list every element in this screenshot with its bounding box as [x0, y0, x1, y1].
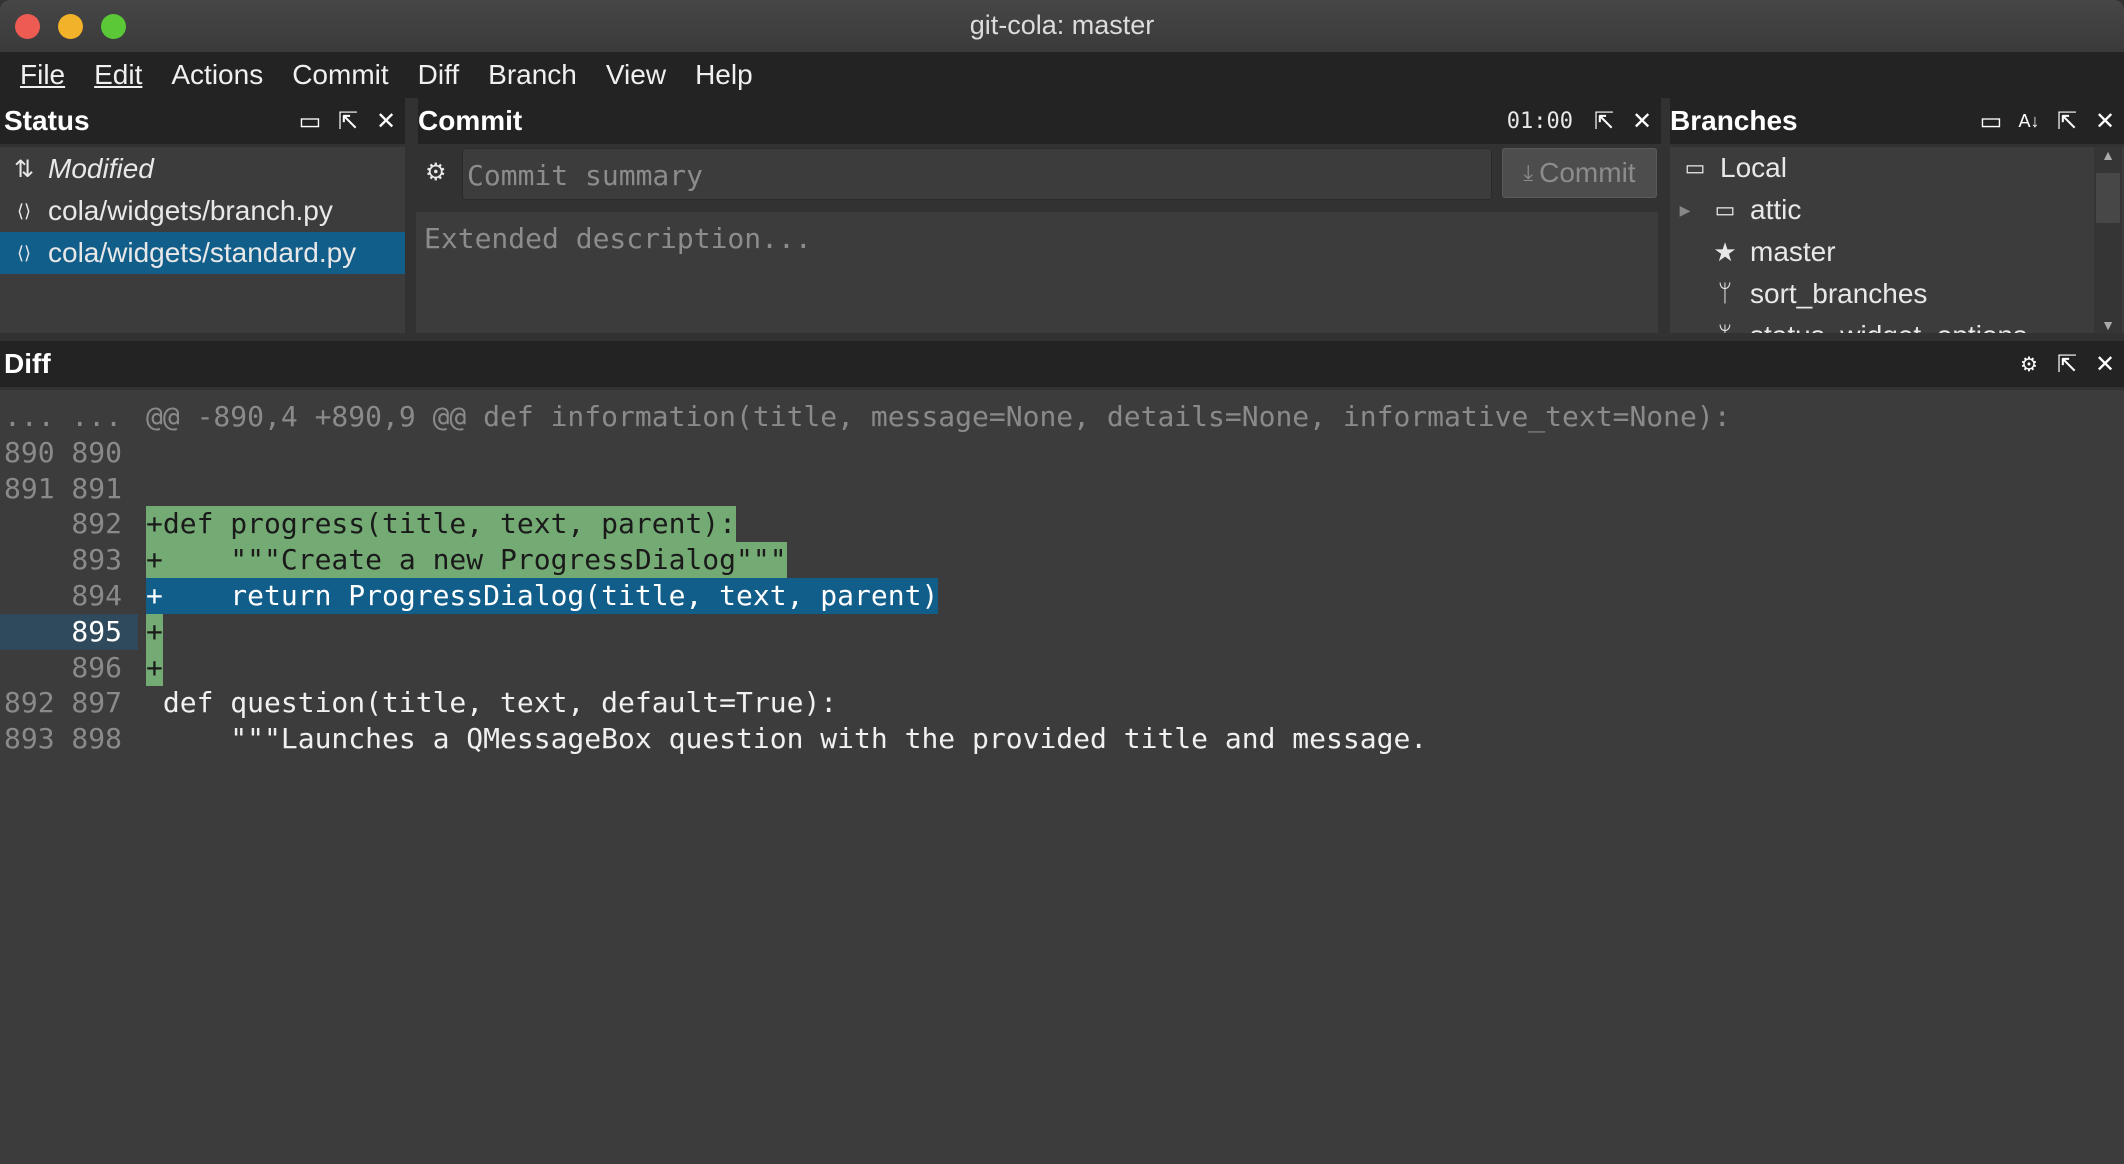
- line-numbers: 895: [4, 614, 123, 648]
- expand-arrow-icon[interactable]: ▶: [1670, 202, 1700, 219]
- branches-scrollbar[interactable]: ▲ ▼: [2094, 147, 2122, 333]
- branch-item[interactable]: ★ master: [1670, 231, 2124, 273]
- scrollbar-thumb[interactable]: [2096, 173, 2120, 223]
- line-numbers: 896: [4, 650, 123, 684]
- status-header-modified[interactable]: ⇅ Modified: [0, 148, 405, 190]
- diff-line[interactable]: 890 890: [0, 435, 2124, 471]
- line-numbers: ... ...: [4, 400, 123, 433]
- title-bar: git-cola: master: [0, 0, 2124, 52]
- menu-diff[interactable]: Diff: [418, 59, 460, 91]
- hunk-header: @@ -890,4 +890,9 @@ def information(titl…: [146, 400, 1731, 433]
- menu-bar: File Edit Actions Commit Diff Branch Vie…: [0, 52, 2124, 98]
- star-icon: ★: [1713, 236, 1737, 267]
- diff-viewer[interactable]: ... ... @@ -890,4 +890,9 @@ def informati…: [0, 390, 2124, 1164]
- diff-code: + """Create a new ProgressDialog""": [146, 542, 787, 579]
- float-icon[interactable]: ⇱: [335, 108, 361, 135]
- diff-line[interactable]: 893 + """Create a new ProgressDialog""": [0, 542, 2124, 579]
- status-dock-header: Status ▭ ⇱ ✕: [0, 98, 405, 144]
- status-file-item-selected[interactable]: ⟨⟩ cola/widgets/standard.py: [0, 232, 405, 274]
- line-numbers: 893 898: [4, 722, 123, 756]
- line-numbers: 891 891: [4, 471, 123, 505]
- commit-button[interactable]: ⤓ Commit: [1502, 148, 1657, 198]
- download-icon: ⤓: [1523, 160, 1534, 185]
- commit-title: Commit: [418, 105, 523, 136]
- diff-code: + return ProgressDialog(title, text, par…: [146, 578, 939, 614]
- menu-actions[interactable]: Actions: [171, 59, 263, 91]
- float-icon[interactable]: ⇱: [1591, 108, 1617, 135]
- modified-label: Modified: [48, 153, 154, 184]
- menu-edit[interactable]: Edit: [94, 59, 142, 91]
- diff-code: +: [146, 649, 163, 686]
- diff-dock-header: Diff ⚙ ⇱ ✕: [0, 341, 2124, 387]
- scroll-up-icon[interactable]: ▲: [2094, 147, 2122, 171]
- branch-group-icon: ▭: [1684, 155, 1706, 180]
- diff-line[interactable]: 894 + return ProgressDialog(title, text, …: [0, 578, 2124, 614]
- float-icon[interactable]: ⇱: [2054, 351, 2080, 378]
- branch-group-attic[interactable]: ▶ ▭ attic: [1670, 189, 2124, 231]
- commit-dock-header: Commit 01:00 ⇱ ✕: [418, 98, 1661, 144]
- branch-group-icon: ▭: [1714, 197, 1736, 222]
- float-icon[interactable]: ⇱: [2054, 108, 2080, 135]
- gear-icon[interactable]: ⚙: [2016, 351, 2042, 377]
- source-file-icon: ⟨⟩: [16, 200, 32, 221]
- line-numbers: 892 897: [4, 686, 123, 720]
- line-numbers: 894: [4, 579, 123, 612]
- menu-file[interactable]: File: [20, 59, 65, 91]
- window-title: git-cola: master: [969, 10, 1155, 40]
- menu-view[interactable]: View: [606, 59, 666, 91]
- modified-icon: ⇅: [13, 155, 35, 183]
- line-numbers: 892: [4, 507, 123, 541]
- branch-label: attic: [1750, 194, 1802, 225]
- branch-icon: ᛘ: [1700, 322, 1750, 333]
- line-numbers: 890 890: [4, 435, 123, 469]
- diff-code: """Launches a QMessageBox question with …: [146, 722, 1428, 756]
- menu-help[interactable]: Help: [695, 59, 753, 91]
- branch-label: Local: [1720, 152, 1787, 183]
- diff-line[interactable]: 895 +: [0, 613, 2124, 650]
- sort-az-icon[interactable]: A↓: [2016, 108, 2042, 134]
- commit-button-label: Commit: [1539, 157, 1636, 188]
- line-numbers: 893: [4, 543, 123, 577]
- close-icon[interactable]: ✕: [1629, 108, 1655, 135]
- branches-tree[interactable]: ▭Local ▶▭attic ★master ᛘsort_branches ᛘs…: [1670, 147, 2124, 333]
- diff-code: +def progress(title, text, parent):: [146, 506, 737, 543]
- diff-line[interactable]: 892 +def progress(title, text, parent):: [0, 506, 2124, 543]
- diff-line[interactable]: ... ... @@ -890,4 +890,9 @@ def informati…: [0, 399, 2124, 435]
- commit-description-input[interactable]: Extended description...: [416, 212, 1658, 333]
- file-name: cola/widgets/branch.py: [48, 195, 333, 226]
- close-icon[interactable]: ✕: [373, 108, 399, 135]
- branches-title: Branches: [1670, 105, 1798, 136]
- branch-label: master: [1750, 236, 1836, 267]
- status-title: Status: [4, 105, 90, 136]
- branch-item[interactable]: ᛘstatus_widget_options: [1670, 315, 2124, 333]
- status-file-item[interactable]: ⟨⟩ cola/widgets/branch.py: [0, 190, 405, 232]
- branch-label: sort_branches: [1750, 278, 1928, 309]
- menu-branch[interactable]: Branch: [488, 59, 577, 91]
- branch-label: status_widget_options: [1750, 320, 2027, 333]
- source-file-icon: ⟨⟩: [16, 242, 32, 263]
- close-icon[interactable]: ✕: [2092, 108, 2118, 135]
- diff-title: Diff: [4, 348, 51, 379]
- branch-item[interactable]: ᛘ sort_branches: [1670, 273, 2124, 315]
- gear-icon[interactable]: ⚙: [425, 158, 447, 187]
- commit-summary-input[interactable]: Commit summary: [462, 148, 1492, 200]
- menu-icon[interactable]: ▭: [297, 108, 323, 135]
- commit-timer: 01:00: [1506, 108, 1573, 134]
- menu-icon[interactable]: ▭: [1978, 108, 2004, 135]
- branch-icon: ᛘ: [1717, 280, 1733, 307]
- status-list[interactable]: ⇅ Modified ⟨⟩ cola/widgets/branch.py ⟨⟩ …: [0, 147, 405, 333]
- close-icon[interactable]: ✕: [2092, 351, 2118, 378]
- branches-dock-header: Branches ▭ A↓ ⇱ ✕: [1670, 98, 2124, 144]
- diff-code: def question(title, text, default=True):: [146, 686, 838, 720]
- diff-line[interactable]: 893 898 """Launches a QMessageBox questi…: [0, 721, 2124, 757]
- file-name: cola/widgets/standard.py: [48, 237, 357, 268]
- diff-line[interactable]: 891 891: [0, 471, 2124, 507]
- menu-commit[interactable]: Commit: [292, 59, 388, 91]
- branch-group-local[interactable]: ▭ Local: [1670, 147, 2124, 189]
- diff-line[interactable]: 892 897 def question(title, text, defaul…: [0, 685, 2124, 721]
- diff-code: +: [146, 613, 163, 650]
- scroll-down-icon[interactable]: ▼: [2094, 317, 2122, 333]
- diff-line[interactable]: 896 +: [0, 649, 2124, 686]
